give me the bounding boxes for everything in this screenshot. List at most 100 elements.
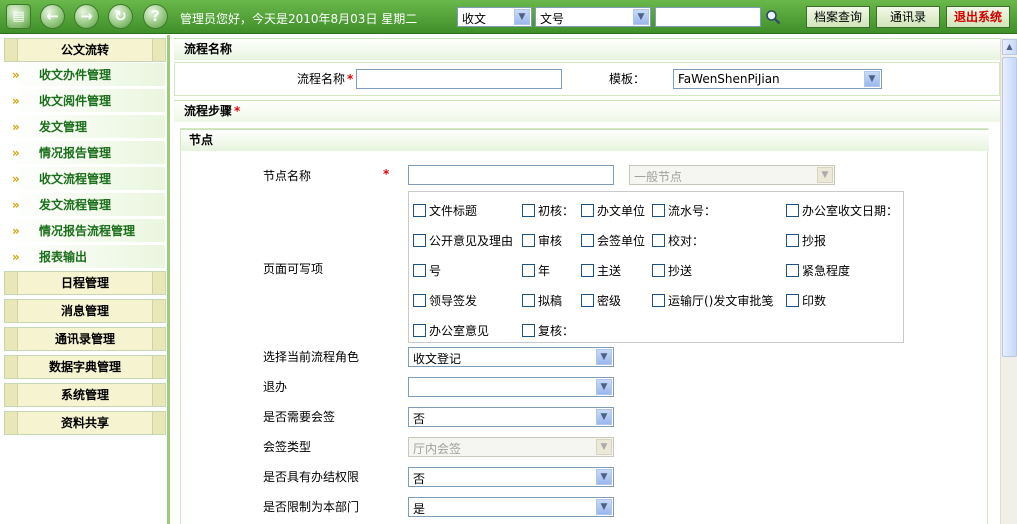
checkbox-public-opinion[interactable]: 公开意见及理由 [413,232,513,249]
chevron-down-icon[interactable]: ▼ [514,9,530,25]
chevron-down-icon[interactable]: ▼ [596,379,612,395]
sidebar-item-report-output[interactable]: » 报表输出 [8,245,165,269]
sidebar-group-contacts[interactable]: 通讯录管理 [4,327,166,351]
checkbox-recheck[interactable]: 复核： [522,322,574,339]
checkbox-draft[interactable]: 拟稿 [522,292,562,309]
chevron-down-icon[interactable]: ▼ [633,9,649,25]
node-name-input[interactable] [408,165,614,185]
checkbox[interactable] [581,264,594,277]
checkbox[interactable] [413,204,426,217]
sidebar-item-report-flow[interactable]: » 情况报告流程管理 [8,219,165,243]
checkbox-receive-date[interactable]: 办公室收文日期： [786,202,898,219]
forward-icon[interactable]: → [74,4,99,29]
chevron-down-icon[interactable]: ▼ [596,409,612,425]
checkbox-proofread[interactable]: 校对： [652,232,704,249]
checkbox-doc-title[interactable]: 文件标题 [413,202,477,219]
checkbox[interactable] [652,234,665,247]
sidebar-group-schedule[interactable]: 日程管理 [4,271,166,295]
chevron-down-icon[interactable]: ▼ [864,71,880,87]
template-select[interactable]: FaWenShenPiJian ▼ [673,69,882,89]
required-mark: * [383,167,390,181]
checkbox[interactable] [413,294,426,307]
dept-limit-select[interactable]: 是 ▼ [408,497,614,517]
sidebar-item-outgoing[interactable]: » 发文管理 [8,115,165,139]
checkbox[interactable] [522,264,535,277]
checkbox[interactable] [786,294,799,307]
archive-query-button[interactable]: 档案查询 [806,6,870,28]
checkbox[interactable] [522,204,535,217]
checkbox[interactable] [413,264,426,277]
address-book-button[interactable]: 通讯录 [876,6,940,28]
document-icon[interactable]: ▤ [6,4,31,29]
node-type-select-value: 一般节点 [634,170,683,184]
checkbox-serial-number[interactable]: 流水号： [652,202,716,219]
dept-limit-label: 是否限制为本部门 [263,500,360,514]
sidebar-group-messages[interactable]: 消息管理 [4,299,166,323]
checkbox[interactable] [413,234,426,247]
help-icon[interactable]: ? [143,4,168,29]
checkbox[interactable] [522,324,535,337]
sidebar-item-outgoing-flow[interactable]: » 发文流程管理 [8,193,165,217]
doc-type-select[interactable]: 收文 ▼ [457,7,532,27]
sidebar-item-received-docs[interactable]: » 收文办件管理 [8,63,165,87]
checkbox-year[interactable]: 年 [522,262,550,279]
sidebar-section-title[interactable]: 公文流转 [4,38,166,62]
chevron-down-icon[interactable]: ▼ [596,469,612,485]
checkbox-initial-review[interactable]: 初核： [522,202,574,219]
checkbox-security-level[interactable]: 密级 [581,292,621,309]
refresh-icon[interactable]: ↻ [108,4,133,29]
checkbox-office-opinion[interactable]: 办公室意见 [413,322,489,339]
search-input[interactable] [655,7,761,27]
exit-button[interactable]: 退出系统 [946,6,1010,28]
scrollbar-thumb[interactable] [1002,57,1017,357]
checkbox[interactable] [652,204,665,217]
back-icon[interactable]: ← [40,4,65,29]
countersign-select[interactable]: 否 ▼ [408,407,614,427]
sidebar-item-received-flow[interactable]: » 收文流程管理 [8,167,165,191]
sidebar-group-system[interactable]: 系统管理 [4,383,166,407]
checkbox-print-count[interactable]: 印数 [786,292,826,309]
scroll-up-icon[interactable]: ▲ [1002,39,1017,55]
chevron-down-icon[interactable]: ▼ [596,349,612,365]
checkbox[interactable] [581,204,594,217]
checkbox[interactable] [413,324,426,337]
flow-steps-section-header: 流程步骤 * [174,100,1000,122]
sidebar-item-reports[interactable]: » 情况报告管理 [8,141,165,165]
dept-limit-select-value: 是 [413,502,426,516]
return-select[interactable]: ▼ [408,377,614,397]
sidebar-item-received-reading[interactable]: » 收文阅件管理 [8,89,165,113]
checkbox[interactable] [581,294,594,307]
sidebar-group-sharing[interactable]: 资料共享 [4,411,166,435]
checkbox[interactable] [652,264,665,277]
checkbox-approval-form[interactable]: 运输厅()发文审批笺 [652,292,773,309]
checkbox-cc[interactable]: 抄送 [652,262,692,279]
closing-permission-select[interactable]: 否 ▼ [408,467,614,487]
checkbox[interactable] [522,234,535,247]
search-icon[interactable] [765,9,781,25]
vertical-scrollbar[interactable]: ▲ [1000,38,1017,524]
checkbox-report-copy[interactable]: 抄报 [786,232,826,249]
chevron-right-icon: » [12,94,20,108]
checkbox-number[interactable]: 号 [413,262,441,279]
checkbox-urgency[interactable]: 紧急程度 [786,262,850,279]
checkbox[interactable] [786,204,799,217]
checkbox-countersign-unit[interactable]: 会签单位 [581,232,645,249]
checkbox[interactable] [581,234,594,247]
chevron-down-icon[interactable]: ▼ [596,499,612,515]
checkbox[interactable] [522,294,535,307]
checkbox-leader-sign[interactable]: 领导签发 [413,292,477,309]
chevron-down-icon: ▼ [817,167,833,183]
checkbox[interactable] [786,234,799,247]
countersign-type-select-value: 厅内会签 [413,442,462,456]
role-select[interactable]: 收文登记 ▼ [408,347,614,367]
checkbox-main-recipient[interactable]: 主送 [581,262,621,279]
checkbox-audit[interactable]: 审核 [522,232,562,249]
field-select[interactable]: 文号 ▼ [535,7,651,27]
checkbox[interactable] [652,294,665,307]
sidebar-group-dictionary[interactable]: 数据字典管理 [4,355,166,379]
flow-name-input[interactable] [356,69,562,89]
countersign-type-label: 会签类型 [263,440,312,454]
chevron-right-icon: » [12,198,20,212]
checkbox[interactable] [786,264,799,277]
checkbox-handling-unit[interactable]: 办文单位 [581,202,645,219]
